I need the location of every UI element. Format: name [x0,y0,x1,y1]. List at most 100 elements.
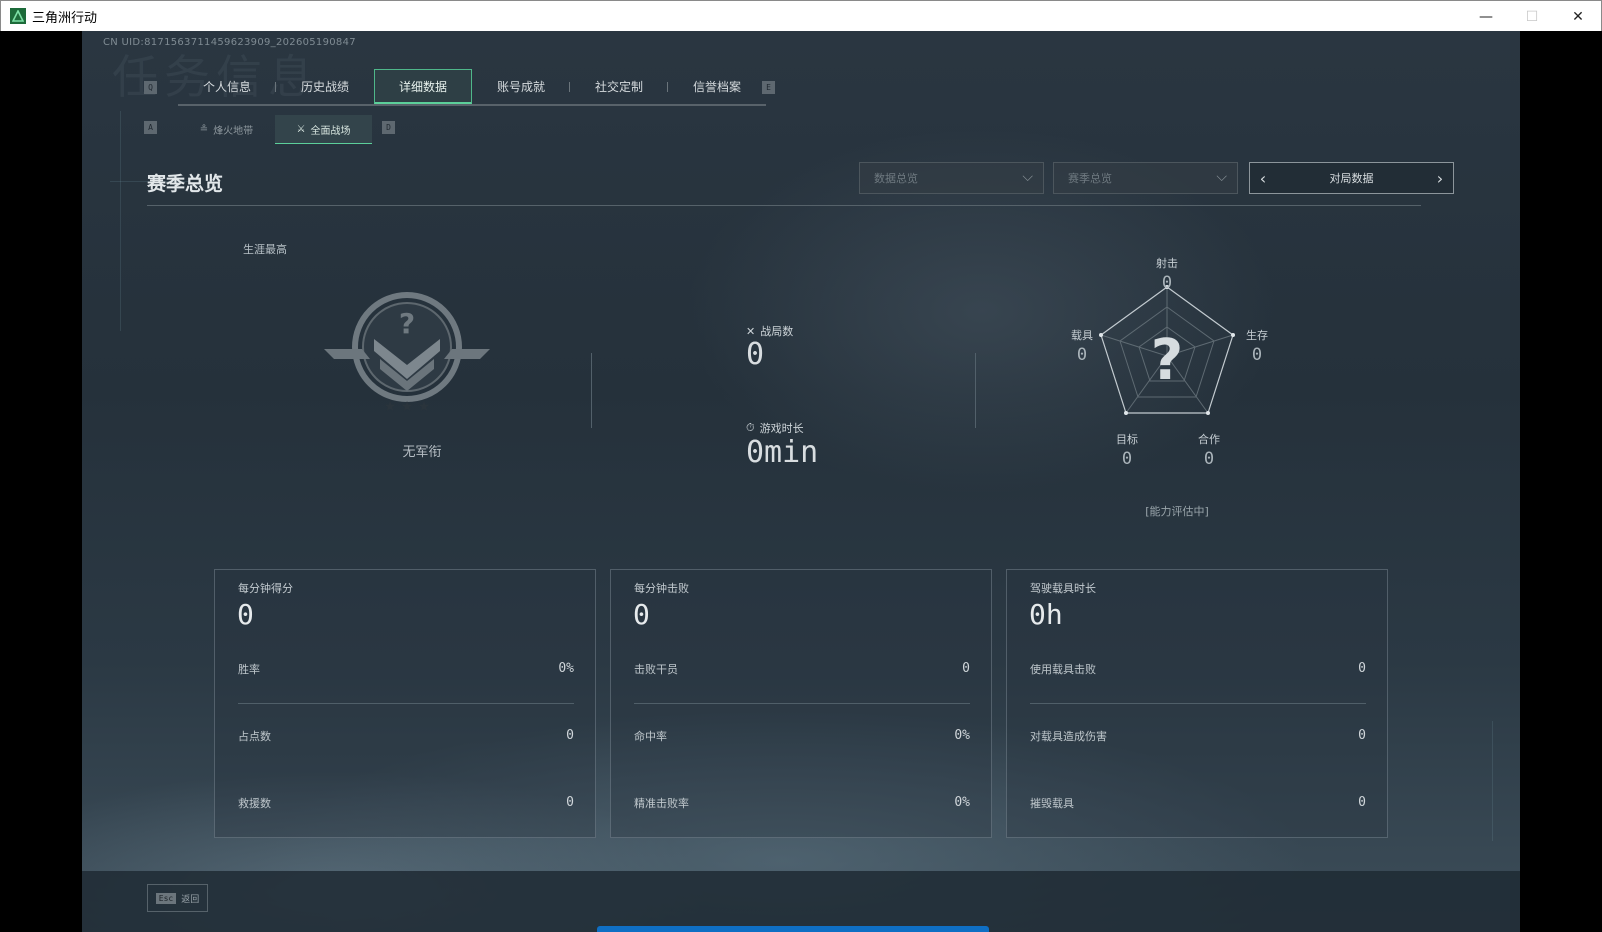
row-divider [634,703,970,704]
tab-social-custom[interactable]: 社交定制 [570,69,668,104]
tab-personal-info[interactable]: 个人信息 [178,69,276,104]
data-overview-dropdown[interactable]: 数据总览 ⌵ [859,162,1044,194]
minimize-button[interactable]: — [1463,1,1509,32]
back-label: 返回 [181,894,200,905]
card-head-value: 0 [633,598,650,631]
tab-achievements[interactable]: 账号成就 [472,69,570,104]
card-head-value: 0 [237,598,254,631]
maximize-button[interactable]: ☐ [1509,1,1555,32]
vehicle-stats-card: 驾驶载具时长 0h 使用载具击败 0 对载具造成伤害 0 摧毁载具 0 [1006,569,1388,838]
sub-tabs: ≗ 烽火地带 ⚔ 全面战场 [178,115,372,144]
playtime-label-text: 游戏时长 [759,422,804,435]
vertical-divider [591,353,592,428]
row-label: 击败干员 [634,663,678,676]
key-hint-a: A [144,121,157,134]
svg-text:★ ★ ★: ★ ★ ★ [384,399,431,415]
row-value: 0 [566,795,574,810]
card-row: 对载具造成伤害 0 [1030,728,1366,748]
card-row: 精准击败率 0% [634,795,970,815]
tab-label: 详细数据 [398,79,447,94]
stopwatch-icon: ⏱ [746,421,755,434]
subtab-full-warfare[interactable]: ⚔ 全面战场 [275,115,372,144]
playtime-value: 0min [746,435,819,470]
tab-label: 个人信息 [202,80,251,94]
row-value: 0% [954,795,970,810]
radar-label-vehicle: 载具 [1071,329,1093,342]
window-title: 三角洲行动 [32,10,98,26]
tab-detailed-data[interactable]: 详细数据 [374,69,472,104]
loading-progress-bar [597,926,989,932]
matches-label-text: 战局数 [760,325,794,338]
row-value: 0 [962,661,970,676]
svg-text:?: ? [399,307,415,340]
main-tabs: 个人信息 历史战绩 详细数据 账号成就 社交定制 信誉档案 [178,69,766,106]
row-value: 0 [1358,728,1366,743]
chevron-right-icon[interactable]: › [1427,169,1453,188]
vertical-divider [975,353,976,428]
window-titlebar: 三角洲行动 — ☐ ✕ [0,0,1602,31]
row-value: 0 [1358,661,1366,676]
tab-credit-record[interactable]: 信誉档案 [668,69,766,104]
subtab-label: 烽火地带 [213,126,254,137]
season-overview-dropdown[interactable]: 赛季总览 ⌵ [1053,162,1238,194]
game-screen: 任务信息 CN UID:8171563711459623909_20260519… [82,31,1520,932]
row-value: 0% [954,728,970,743]
back-button[interactable]: Esc 返回 [147,884,208,912]
career-best-label: 生涯最高 [243,243,287,256]
subtab-fire-zone[interactable]: ≗ 烽火地带 [178,115,275,144]
radar-value-objective: 0 [1121,449,1133,469]
close-button[interactable]: ✕ [1555,1,1601,32]
section-divider [147,205,1421,206]
radar-label-survival: 生存 [1246,329,1268,342]
card-row: 摧毁载具 0 [1030,795,1366,815]
section-title: 赛季总览 [147,173,224,195]
row-label: 救援数 [238,797,271,810]
key-hint-e: E [762,81,775,94]
row-value: 0% [558,661,574,676]
esc-key-hint: Esc [155,892,177,904]
kill-stats-card: 每分钟击败 0 击败干员 0 命中率 0% 精准击败率 0% [610,569,992,838]
tab-label: 信誉档案 [692,80,741,94]
rank-name: 无军衔 [402,445,442,460]
card-row: 击败干员 0 [634,661,970,681]
radar-label-shooting: 射击 [1156,257,1178,270]
match-data-pager: ‹ 对局数据 › [1249,162,1454,194]
row-label: 命中率 [634,730,667,743]
matches-value: 0 [746,337,765,372]
row-label: 胜率 [238,663,260,676]
warfare-icon: ⚔ [296,123,306,135]
decor-line [1492,721,1493,841]
crossed-swords-icon: ✕ [746,324,756,338]
chevron-left-icon[interactable]: ‹ [1250,169,1276,188]
decor-line [120,111,121,331]
tab-label: 历史战绩 [300,80,349,94]
row-divider [238,703,574,704]
card-head-value: 0h [1029,598,1063,631]
tab-label: 社交定制 [594,80,643,94]
row-label: 使用载具击败 [1030,663,1096,676]
row-divider [1030,703,1366,704]
tab-match-history[interactable]: 历史战绩 [276,69,374,104]
radar-value-survival: 0 [1251,345,1263,365]
row-label: 占点数 [238,730,271,743]
row-label: 精准击败率 [634,797,689,810]
fire-zone-icon: ≗ [199,124,209,135]
game-viewport: 任务信息 CN UID:8171563711459623909_20260519… [0,31,1602,932]
card-head-label: 每分钟击败 [634,582,689,595]
row-value: 0 [1358,795,1366,810]
row-label: 对载具造成伤害 [1030,730,1107,743]
app-logo-icon [10,8,26,24]
card-head-label: 每分钟得分 [238,582,293,595]
radar-value-cooperation: 0 [1203,449,1215,469]
chevron-down-icon: ⌵ [1216,169,1227,185]
dropdown-value: 赛季总览 [1068,172,1112,185]
footer-bar: Esc 返回 [82,871,1520,932]
card-row: 占点数 0 [238,728,574,748]
radar-label-cooperation: 合作 [1198,433,1220,446]
row-label: 摧毁载具 [1030,797,1074,810]
card-row: 救援数 0 [238,795,574,815]
window-controls: — ☐ ✕ [1463,1,1601,32]
radar-center-mark: ? [1151,328,1183,393]
card-head-label: 驾驶载具时长 [1030,582,1096,595]
card-row: 使用载具击败 0 [1030,661,1366,681]
